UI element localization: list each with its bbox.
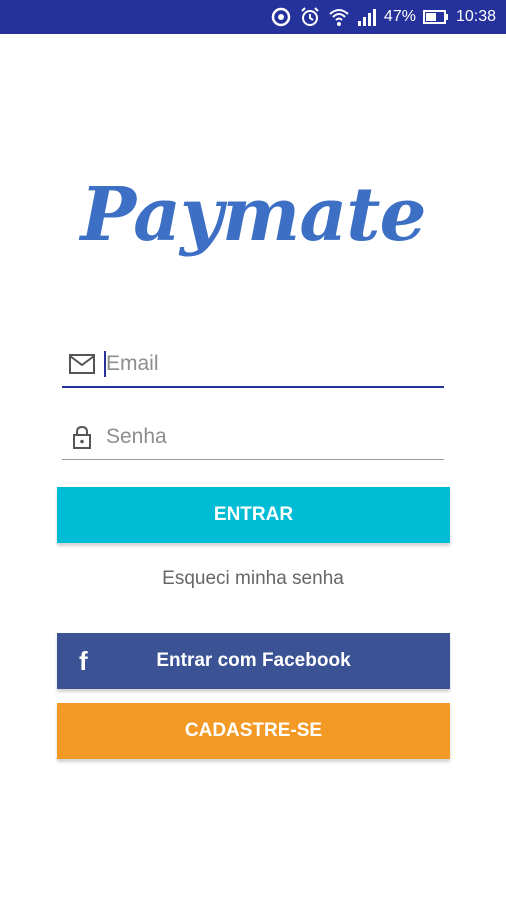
- mail-icon: [68, 350, 96, 378]
- battery-icon: [422, 9, 449, 25]
- text-cursor: [104, 351, 106, 377]
- battery-percent: 47%: [383, 8, 416, 25]
- signup-button[interactable]: CADASTRE-SE: [57, 703, 450, 759]
- clock: 10:38: [455, 8, 496, 25]
- wifi-icon: [328, 6, 350, 28]
- status-bar: 47% 10:38: [0, 0, 506, 34]
- sync-icon: [270, 6, 292, 28]
- password-input[interactable]: [106, 416, 426, 457]
- signal-icon: [357, 7, 377, 27]
- email-input[interactable]: [106, 344, 426, 384]
- facebook-login-button[interactable]: f Entrar com Facebook: [57, 633, 450, 689]
- facebook-button-label: Entrar com Facebook: [156, 650, 351, 671]
- forgot-password-link[interactable]: Esqueci minha senha: [0, 568, 506, 590]
- logo-text: Paymate: [80, 172, 426, 258]
- login-button[interactable]: ENTRAR: [57, 487, 450, 543]
- lock-icon: [68, 423, 96, 451]
- email-field[interactable]: [62, 342, 444, 388]
- alarm-icon: [299, 6, 321, 28]
- signup-button-label: CADASTRE-SE: [184, 720, 323, 741]
- app-logo: Paymate: [0, 160, 506, 270]
- facebook-icon: f: [79, 645, 88, 676]
- password-field[interactable]: [62, 414, 444, 460]
- login-button-label: ENTRAR: [213, 504, 294, 525]
